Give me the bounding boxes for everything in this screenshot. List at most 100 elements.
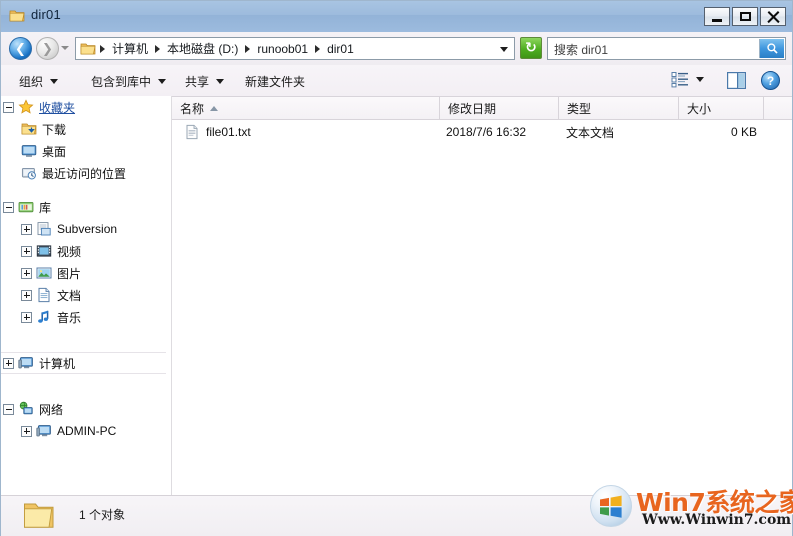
search-button[interactable] — [759, 39, 784, 58]
new-folder-label: 新建文件夹 — [245, 74, 306, 89]
expand-expander-icon[interactable] — [21, 425, 32, 437]
file-name: file01.txt — [206, 125, 251, 139]
share-button[interactable]: 共享 — [181, 71, 228, 91]
column-header-modified[interactable]: 修改日期 — [440, 97, 559, 119]
status-text: 1 个对象 — [79, 508, 126, 522]
sidebar-item-label: Subversion — [57, 222, 118, 236]
sidebar-item-label: 桌面 — [42, 144, 67, 159]
breadcrumb-item-runoob01[interactable]: runoob01 — [254, 41, 311, 57]
share-label: 共享 — [185, 74, 210, 89]
recent-locations-chevron-icon[interactable] — [61, 46, 69, 50]
new-folder-button[interactable]: 新建文件夹 — [241, 71, 309, 91]
title-bar: dir01 — [1, 1, 792, 33]
text-file-icon — [186, 124, 198, 140]
back-button[interactable]: ❮ — [9, 37, 32, 60]
maximize-button[interactable] — [732, 7, 758, 26]
collapse-expander-icon[interactable] — [3, 101, 14, 113]
sidebar-item-label: ADMIN-PC — [57, 424, 117, 438]
sidebar-group-network[interactable]: 网络 — [1, 398, 166, 420]
library-icon — [18, 202, 34, 213]
column-header-spacer[interactable] — [764, 97, 792, 119]
forward-button[interactable]: ❯ — [36, 37, 59, 60]
breadcrumb-item-drive[interactable]: 本地磁盘 (D:) — [164, 39, 241, 58]
expand-expander-icon[interactable] — [21, 245, 32, 257]
file-name-cell: file01.txt — [184, 119, 440, 145]
sidebar-item-pictures[interactable]: 图片 — [1, 262, 166, 284]
include-in-library-button[interactable]: 包含到库中 — [87, 71, 170, 91]
file-list-pane[interactable]: 名称 修改日期 类型 大小 file01.txt 2018/7/6 16:32 … — [172, 96, 792, 495]
sidebar-item-label: 音乐 — [57, 310, 82, 325]
search-box[interactable]: 搜索 dir01 — [547, 37, 786, 60]
sidebar-item-subversion[interactable]: Subversion — [1, 218, 166, 240]
folder-icon — [80, 43, 96, 54]
explorer-window: dir01 ❮ ❯ 计算机 本地磁盘 (D:) runoob01 dir01 ↻… — [0, 0, 793, 536]
column-header-type[interactable]: 类型 — [559, 97, 679, 119]
column-header-row: 名称 修改日期 类型 大小 — [172, 96, 792, 120]
folder-icon — [9, 10, 25, 22]
organize-button[interactable]: 组织 — [15, 71, 62, 91]
chevron-down-icon — [696, 77, 704, 82]
address-bar-row: ❮ ❯ 计算机 本地磁盘 (D:) runoob01 dir01 ↻ 搜索 di… — [1, 32, 792, 66]
column-header-name[interactable]: 名称 — [172, 97, 440, 119]
column-header-label: 大小 — [687, 101, 712, 116]
sidebar-item-label: 计算机 — [39, 356, 76, 371]
expand-expander-icon[interactable] — [21, 267, 32, 279]
sidebar-item-videos[interactable]: 视频 — [1, 240, 166, 262]
sidebar-item-documents[interactable]: 文档 — [1, 284, 166, 306]
refresh-icon: ↻ — [525, 38, 537, 55]
column-header-size[interactable]: 大小 — [679, 97, 764, 119]
change-view-button[interactable] — [671, 71, 704, 88]
sidebar-item-label: 文档 — [57, 288, 82, 303]
music-icon — [38, 310, 49, 323]
expand-expander-icon[interactable] — [21, 223, 32, 235]
organize-label: 组织 — [19, 74, 44, 89]
breadcrumb-separator-icon[interactable] — [155, 44, 161, 53]
collapse-expander-icon[interactable] — [3, 201, 14, 213]
search-input[interactable]: 搜索 dir01 — [554, 41, 608, 58]
breadcrumb-item-computer[interactable]: 计算机 — [109, 39, 151, 58]
include-label: 包含到库中 — [91, 74, 152, 89]
expand-expander-icon[interactable] — [21, 311, 32, 323]
sidebar-item-music[interactable]: 音乐 — [1, 306, 166, 328]
network-icon — [19, 401, 33, 415]
recent-places-icon — [21, 167, 36, 180]
breadcrumb-item-dir01[interactable]: dir01 — [324, 41, 357, 57]
sort-ascending-icon — [210, 105, 219, 111]
folder-icon — [24, 503, 54, 528]
command-toolbar: 组织 包含到库中 共享 新建文件夹 ? — [1, 65, 792, 97]
navigation-pane[interactable]: 收藏夹 下载 桌面 最近访问的位置 库 Subversion 视频 图片 文档 … — [1, 96, 166, 495]
close-button[interactable] — [760, 7, 786, 26]
table-row[interactable]: file01.txt 2018/7/6 16:32 文本文档 0 KB — [172, 119, 792, 145]
address-input[interactable]: 计算机 本地磁盘 (D:) runoob01 dir01 — [75, 37, 515, 60]
videos-icon — [36, 245, 52, 257]
expand-expander-icon[interactable] — [3, 357, 14, 369]
help-button[interactable]: ? — [761, 71, 780, 90]
sidebar-item-label: 下载 — [42, 122, 67, 137]
sidebar-item-desktop[interactable]: 桌面 — [1, 140, 166, 162]
refresh-button[interactable]: ↻ — [520, 37, 542, 59]
sidebar-item-label: 视频 — [57, 244, 82, 259]
sidebar-group-libraries[interactable]: 库 — [1, 196, 166, 218]
expand-expander-icon[interactable] — [21, 289, 32, 301]
sidebar-item-label: 网络 — [39, 402, 64, 417]
address-dropdown-chevron-icon[interactable] — [500, 47, 508, 52]
sidebar-item-computer[interactable]: 计算机 — [1, 352, 166, 374]
breadcrumb-separator-icon[interactable] — [245, 44, 251, 53]
sidebar-item-recent-places[interactable]: 最近访问的位置 — [1, 162, 166, 184]
desktop-icon — [21, 145, 37, 157]
sidebar-group-favorites[interactable]: 收藏夹 — [1, 96, 166, 118]
breadcrumb-separator-icon[interactable] — [315, 44, 321, 53]
breadcrumb-separator-icon[interactable] — [100, 44, 105, 53]
file-modified: 2018/7/6 16:32 — [446, 125, 527, 139]
minimize-button[interactable] — [704, 7, 730, 26]
sidebar-item-downloads[interactable]: 下载 — [1, 118, 166, 140]
forward-arrow-icon: ❯ — [42, 41, 53, 56]
preview-pane-icon[interactable] — [727, 72, 746, 89]
chevron-down-icon — [50, 78, 59, 84]
sidebar-item-admin-pc[interactable]: ADMIN-PC — [1, 420, 166, 442]
column-header-label: 修改日期 — [448, 101, 497, 116]
collapse-expander-icon[interactable] — [3, 403, 14, 415]
